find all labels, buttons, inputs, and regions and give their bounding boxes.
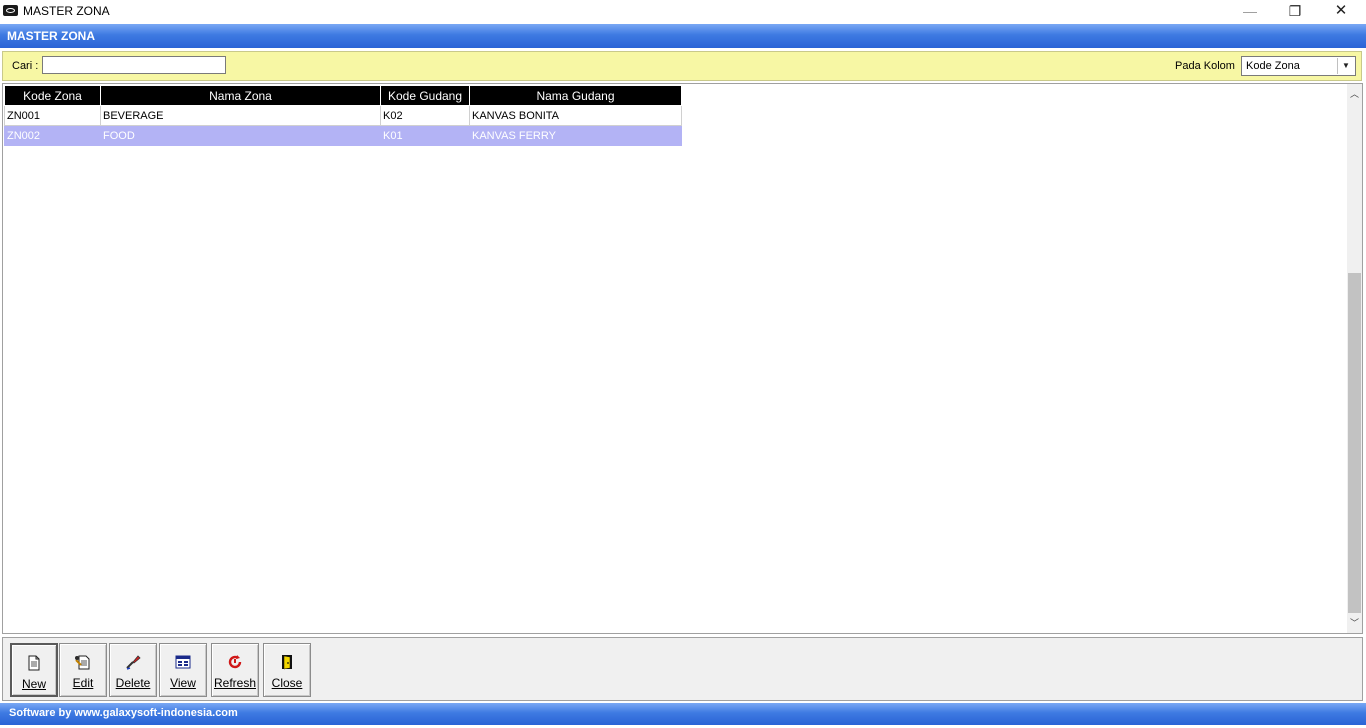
close-window-button[interactable]: ✕ xyxy=(1318,0,1364,24)
minimize-button[interactable]: — xyxy=(1227,0,1273,24)
zona-table: Kode Zona Nama Zona Kode Gudang Nama Gud… xyxy=(4,85,682,146)
eraser-icon xyxy=(126,655,141,670)
cell-kode-gudang[interactable]: K01 xyxy=(380,125,470,146)
table-header-row: Kode Zona Nama Zona Kode Gudang Nama Gud… xyxy=(4,85,682,106)
scroll-down-icon[interactable]: ﹀ xyxy=(1347,615,1362,631)
search-bar: Cari : Pada Kolom Kode Zona ▼ xyxy=(2,51,1362,81)
window-title: MASTER ZONA xyxy=(23,4,110,18)
close-button-label: Close xyxy=(271,676,303,690)
new-button-label: New xyxy=(21,677,46,691)
footer-bar: Software by www.galaxysoft-indonesia.com xyxy=(0,703,1366,725)
search-label: Cari : xyxy=(12,60,39,72)
column-header-kode-gudang[interactable]: Kode Gudang xyxy=(380,85,470,106)
refresh-button[interactable]: Refresh xyxy=(211,643,259,697)
new-document-icon xyxy=(28,655,40,671)
new-button[interactable]: New xyxy=(10,643,58,697)
column-filter-value: Kode Zona xyxy=(1246,60,1300,72)
column-header-kode-zona[interactable]: Kode Zona xyxy=(4,85,101,106)
column-filter-label: Pada Kolom xyxy=(1175,60,1235,72)
cell-nama-gudang[interactable]: KANVAS FERRY xyxy=(469,125,682,146)
table-row[interactable]: ZN001 BEVERAGE K02 KANVAS BONITA xyxy=(4,105,682,126)
column-filter-select[interactable]: Kode Zona ▼ xyxy=(1241,56,1356,76)
data-grid: Kode Zona Nama Zona Kode Gudang Nama Gud… xyxy=(2,83,1363,634)
edit-button-label: Edit xyxy=(72,676,94,690)
app-icon xyxy=(3,5,18,16)
vertical-scrollbar[interactable]: ︿ ﹀ xyxy=(1347,84,1362,633)
scroll-up-icon[interactable]: ︿ xyxy=(1347,86,1362,102)
chevron-down-icon[interactable]: ▼ xyxy=(1337,58,1354,74)
view-window-icon xyxy=(175,655,191,669)
form-title: MASTER ZONA xyxy=(7,29,95,43)
form-header: MASTER ZONA xyxy=(0,24,1366,48)
edit-document-icon xyxy=(75,655,90,670)
edit-button[interactable]: Edit xyxy=(59,643,107,697)
table-row-selected[interactable]: ZN002 FOOD K01 KANVAS FERRY xyxy=(4,125,682,146)
view-button-label: View xyxy=(170,676,196,690)
search-input[interactable] xyxy=(42,56,226,74)
cell-nama-zona[interactable]: BEVERAGE xyxy=(100,105,381,126)
scrollbar-thumb[interactable] xyxy=(1348,273,1361,613)
refresh-icon xyxy=(228,655,242,669)
cell-kode-gudang[interactable]: K02 xyxy=(380,105,470,126)
window-titlebar: MASTER ZONA — ❐ ✕ xyxy=(0,0,1366,24)
cell-kode-zona[interactable]: ZN001 xyxy=(4,105,101,126)
column-header-nama-gudang[interactable]: Nama Gudang xyxy=(469,85,682,106)
delete-button[interactable]: Delete xyxy=(109,643,157,697)
footer-text: Software by www.galaxysoft-indonesia.com xyxy=(9,707,238,719)
refresh-button-label: Refresh xyxy=(213,676,257,690)
exit-door-icon xyxy=(282,655,292,670)
cell-nama-gudang[interactable]: KANVAS BONITA xyxy=(469,105,682,126)
action-toolbar: New Edit Delete View Refresh Close xyxy=(2,637,1363,701)
cell-kode-zona[interactable]: ZN002 xyxy=(4,125,101,146)
maximize-button[interactable]: ❐ xyxy=(1272,0,1318,24)
cell-nama-zona[interactable]: FOOD xyxy=(100,125,381,146)
view-button[interactable]: View xyxy=(159,643,207,697)
delete-button-label: Delete xyxy=(115,676,151,690)
close-button[interactable]: Close xyxy=(263,643,311,697)
column-header-nama-zona[interactable]: Nama Zona xyxy=(100,85,381,106)
